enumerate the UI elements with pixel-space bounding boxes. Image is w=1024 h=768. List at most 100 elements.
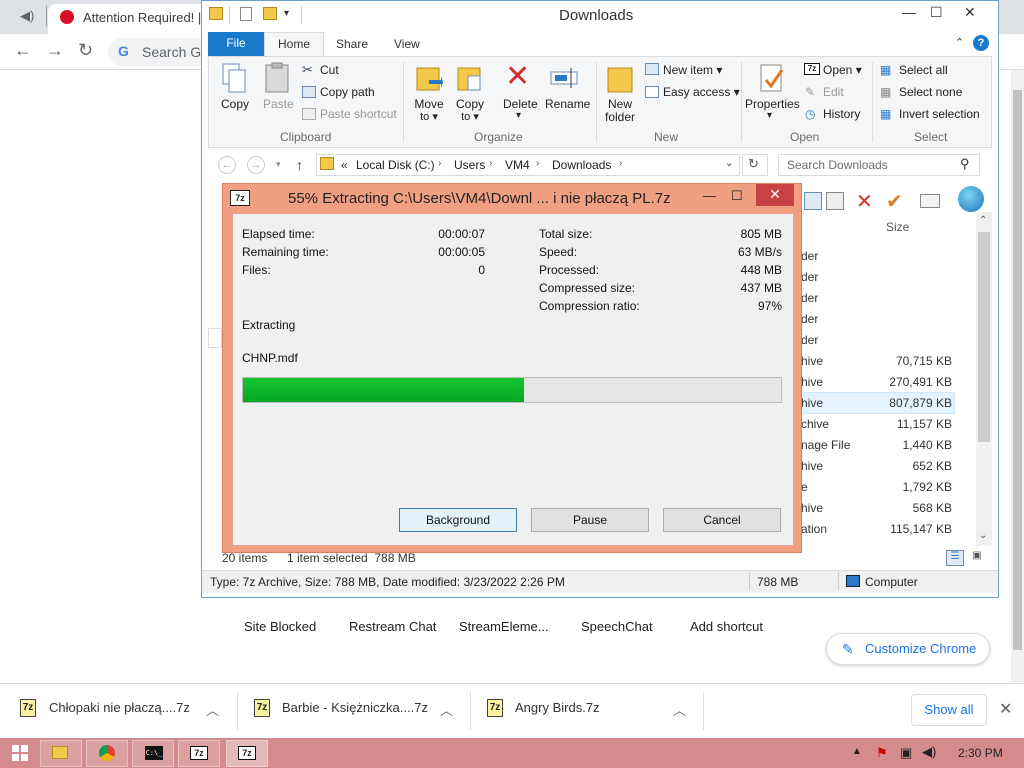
file-row-type[interactable]: nage File xyxy=(801,438,850,452)
file-row-size[interactable]: 1,440 KB xyxy=(880,438,952,452)
clock[interactable]: 2:30 PM xyxy=(958,746,1003,760)
select-all-button[interactable]: Select all xyxy=(899,63,948,77)
minimize-icon[interactable]: — xyxy=(902,4,916,20)
file-row-type[interactable]: e xyxy=(801,480,808,494)
large-icons-view-icon[interactable]: ▣ xyxy=(968,550,986,566)
select-none-button[interactable]: Select none xyxy=(899,85,962,99)
paste-shortcut-icon[interactable] xyxy=(302,108,316,120)
rename-icon[interactable] xyxy=(550,66,580,90)
chevron-up-icon[interactable]: ︿ xyxy=(673,700,686,719)
file-row-type[interactable]: hive xyxy=(801,501,823,515)
edit-button[interactable]: Edit xyxy=(823,85,844,99)
show-all-button[interactable]: Show all xyxy=(911,694,987,726)
tab-file[interactable]: File xyxy=(208,32,264,56)
move-to-arrow[interactable]: to ▾ xyxy=(414,110,444,123)
help-icon[interactable]: ? xyxy=(973,35,989,51)
file-row-size[interactable]: 568 KB xyxy=(880,501,952,515)
search-placeholder[interactable]: Search Downloads xyxy=(787,158,888,172)
file-row-type[interactable]: hive xyxy=(801,375,823,389)
easy-access-button[interactable]: Easy access ▾ xyxy=(663,85,740,99)
new-folder-icon[interactable] xyxy=(606,62,634,94)
info-icon[interactable] xyxy=(920,194,940,208)
paste-shortcut-button[interactable]: Paste shortcut xyxy=(320,107,397,121)
scissors-icon[interactable]: ✂ xyxy=(302,62,313,78)
add-icon[interactable] xyxy=(804,192,822,210)
tab-title[interactable]: Attention Required! | C xyxy=(83,10,201,25)
windows-start-icon[interactable] xyxy=(12,745,28,761)
extract-icon[interactable] xyxy=(826,192,844,210)
cut-button[interactable]: Cut xyxy=(320,63,339,77)
file-row-type[interactable]: der xyxy=(801,291,818,305)
recent-locations-icon[interactable]: ▾ xyxy=(276,159,281,170)
forward-icon[interactable]: → xyxy=(247,156,265,174)
flag-icon[interactable]: ⚑ xyxy=(876,745,888,761)
file-row-type[interactable]: der xyxy=(801,270,818,284)
back-icon[interactable]: ← xyxy=(218,156,236,174)
quick-access-dropdown-icon[interactable]: ▾ xyxy=(284,8,289,19)
properties-button[interactable]: Properties xyxy=(745,97,800,111)
edit-icon[interactable]: ✎ xyxy=(805,85,815,99)
search-icon[interactable]: ⚲ xyxy=(960,156,970,172)
minimize-icon[interactable]: — xyxy=(703,188,716,203)
copy-button[interactable]: Copy xyxy=(221,97,249,111)
properties-arrow[interactable]: ▾ xyxy=(767,110,772,121)
column-size-header[interactable]: Size xyxy=(886,220,909,234)
shortcut-site-blocked[interactable]: Site Blocked xyxy=(244,619,316,634)
copy-to-icon[interactable] xyxy=(456,62,484,94)
copy-to-button[interactable]: Copy xyxy=(455,97,485,111)
copy-path-icon[interactable] xyxy=(302,86,316,98)
file-row-size[interactable]: 652 KB xyxy=(880,459,952,473)
breadcrumb-chevron-icon[interactable]: › xyxy=(536,158,539,169)
file-row-size[interactable]: 807,879 KB xyxy=(880,396,952,410)
breadcrumb-chevron-icon[interactable]: › xyxy=(619,158,622,169)
breadcrumb-users[interactable]: Users xyxy=(454,158,485,172)
delete-button[interactable]: Delete xyxy=(503,97,538,111)
cancel-button[interactable]: Cancel xyxy=(663,508,781,532)
open-button[interactable]: Open ▾ xyxy=(823,63,862,77)
address-dropdown-icon[interactable]: ⌄ xyxy=(725,158,733,169)
details-view-icon[interactable]: ☰ xyxy=(946,550,964,566)
file-row-type[interactable]: der xyxy=(801,249,818,263)
file-row-type[interactable]: der xyxy=(801,333,818,347)
paste-button[interactable]: Paste xyxy=(263,97,294,111)
select-none-icon[interactable]: ▦ xyxy=(880,85,891,99)
file-row-type[interactable]: hive xyxy=(801,354,823,368)
audio-icon[interactable]: ◀) xyxy=(20,8,34,24)
test-check-icon[interactable]: ✔ xyxy=(886,189,903,214)
omnibox-placeholder[interactable]: Search Go xyxy=(142,44,209,60)
delete-icon[interactable]: ✕ xyxy=(856,189,873,214)
network-icon[interactable]: ▣ xyxy=(900,745,912,761)
download-item-2[interactable]: Barbie - Księżniczka....7z xyxy=(282,700,428,715)
delete-arrow[interactable]: ▾ xyxy=(516,110,521,121)
up-icon[interactable]: ↑ xyxy=(296,157,303,173)
invert-selection-icon[interactable]: ▦ xyxy=(880,107,891,121)
close-shelf-icon[interactable]: ✕ xyxy=(999,699,1012,719)
file-row-size[interactable]: 115,147 KB xyxy=(880,522,952,536)
address-overflow[interactable]: « xyxy=(341,158,348,172)
forward-icon[interactable]: → xyxy=(46,40,64,61)
new-folder-button[interactable]: New xyxy=(606,97,634,111)
paste-icon[interactable] xyxy=(263,62,291,94)
breadcrumb-local-disk[interactable]: Local Disk (C:) xyxy=(356,158,435,172)
scroll-down-icon[interactable]: ⌄ xyxy=(979,530,987,541)
new-folder-quick-icon[interactable] xyxy=(263,7,277,20)
file-row-size[interactable]: 11,157 KB xyxy=(880,417,952,431)
reload-icon[interactable]: ↻ xyxy=(78,40,93,61)
maximize-icon[interactable]: ☐ xyxy=(731,188,743,204)
globe-icon[interactable] xyxy=(958,186,984,212)
scroll-up-icon[interactable]: ⌃ xyxy=(979,215,987,226)
file-row-size[interactable]: 1,792 KB xyxy=(880,480,952,494)
shortcut-restream-chat[interactable]: Restream Chat xyxy=(349,619,436,634)
tab-view[interactable]: View xyxy=(394,37,420,51)
history-button[interactable]: History xyxy=(823,107,860,121)
file-row-size[interactable]: 270,491 KB xyxy=(880,375,952,389)
chrome-scrollbar-thumb[interactable] xyxy=(1013,90,1022,650)
tray-chevron-icon[interactable]: ▲ xyxy=(852,746,862,757)
breadcrumb-downloads[interactable]: Downloads xyxy=(552,158,611,172)
new-folder-label-2[interactable]: folder xyxy=(603,110,637,124)
copy-to-arrow[interactable]: to ▾ xyxy=(455,110,485,123)
background-button[interactable]: Background xyxy=(399,508,517,532)
file-row-type[interactable]: hive xyxy=(801,459,823,473)
file-row-type[interactable]: der xyxy=(801,312,818,326)
move-to-button[interactable]: Move xyxy=(414,97,444,111)
